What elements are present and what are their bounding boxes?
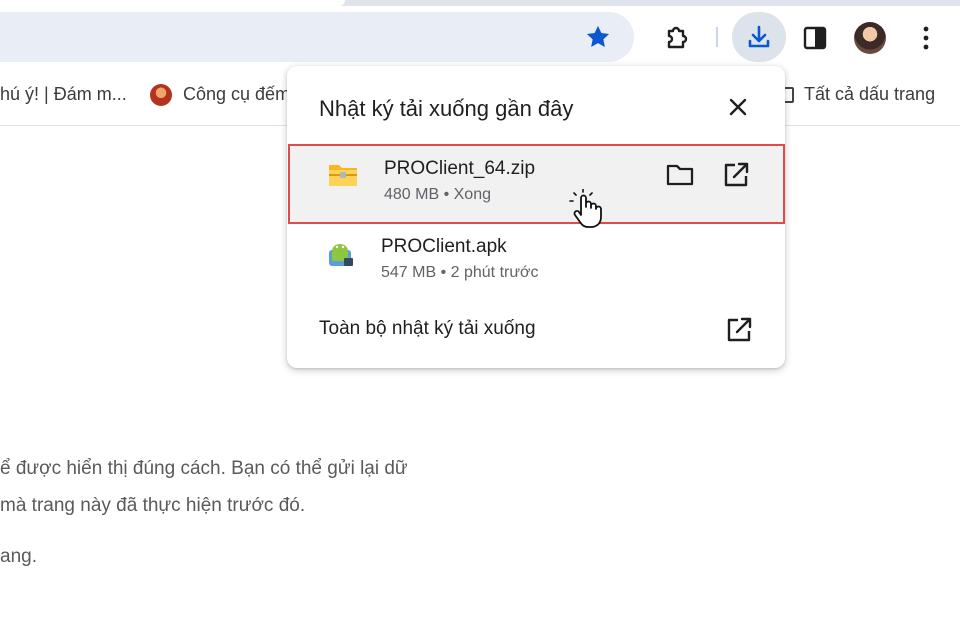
bookmark-all-folder[interactable]: Tất cả dấu trang — [804, 84, 935, 105]
hand-cursor-icon — [569, 189, 602, 228]
download-item[interactable]: PROClient_64.zip 480 MB • Xong — [288, 144, 785, 224]
download-icon — [748, 25, 770, 48]
active-tab[interactable] — [0, 0, 345, 6]
avatar[interactable] — [854, 22, 886, 54]
download-item[interactable]: PROClient.apk 547 MB • 2 phút trước — [287, 224, 785, 304]
browser-toolbar — [0, 0, 960, 74]
download-item-meta: 547 MB • 2 phút trước — [381, 264, 539, 281]
full-download-history-link[interactable]: Toàn bộ nhật ký tải xuống — [319, 318, 536, 340]
star-icon[interactable] — [584, 23, 612, 51]
open-external-icon[interactable] — [724, 315, 754, 345]
extensions-icon[interactable] — [660, 22, 692, 54]
download-item-meta: 480 MB • Xong — [384, 186, 491, 203]
android-apk-icon — [329, 244, 353, 266]
bookmark-favicon — [150, 84, 172, 106]
tab-strip — [0, 0, 960, 6]
side-panel-icon[interactable] — [803, 26, 827, 50]
page-text-line: ể được hiển thị đúng cách. Bạn có thể gử… — [0, 458, 408, 479]
download-item-name: PROClient.apk — [381, 236, 507, 257]
download-item-name: PROClient_64.zip — [384, 158, 536, 179]
downloads-bubble: Nhật ký tải xuống gần đây PROClient_64.z… — [287, 66, 785, 368]
bookmark-item[interactable]: Công cụ đếm — [183, 84, 290, 105]
more-menu-icon[interactable] — [916, 25, 936, 51]
page-text-line: mà trang này đã thực hiện trước đó. — [0, 495, 306, 516]
downloads-button[interactable] — [732, 12, 786, 62]
bookmark-item[interactable]: hú ý! | Đám m... — [0, 84, 127, 105]
close-icon[interactable] — [725, 94, 751, 120]
page-text-line: ang. — [0, 546, 37, 567]
downloads-title: Nhật ký tải xuống gần đây — [319, 96, 574, 121]
address-bar[interactable] — [0, 12, 634, 62]
open-external-icon[interactable] — [721, 160, 751, 190]
toolbar-separator — [716, 27, 718, 47]
zip-file-icon — [329, 165, 357, 186]
folder-icon[interactable] — [665, 161, 695, 189]
